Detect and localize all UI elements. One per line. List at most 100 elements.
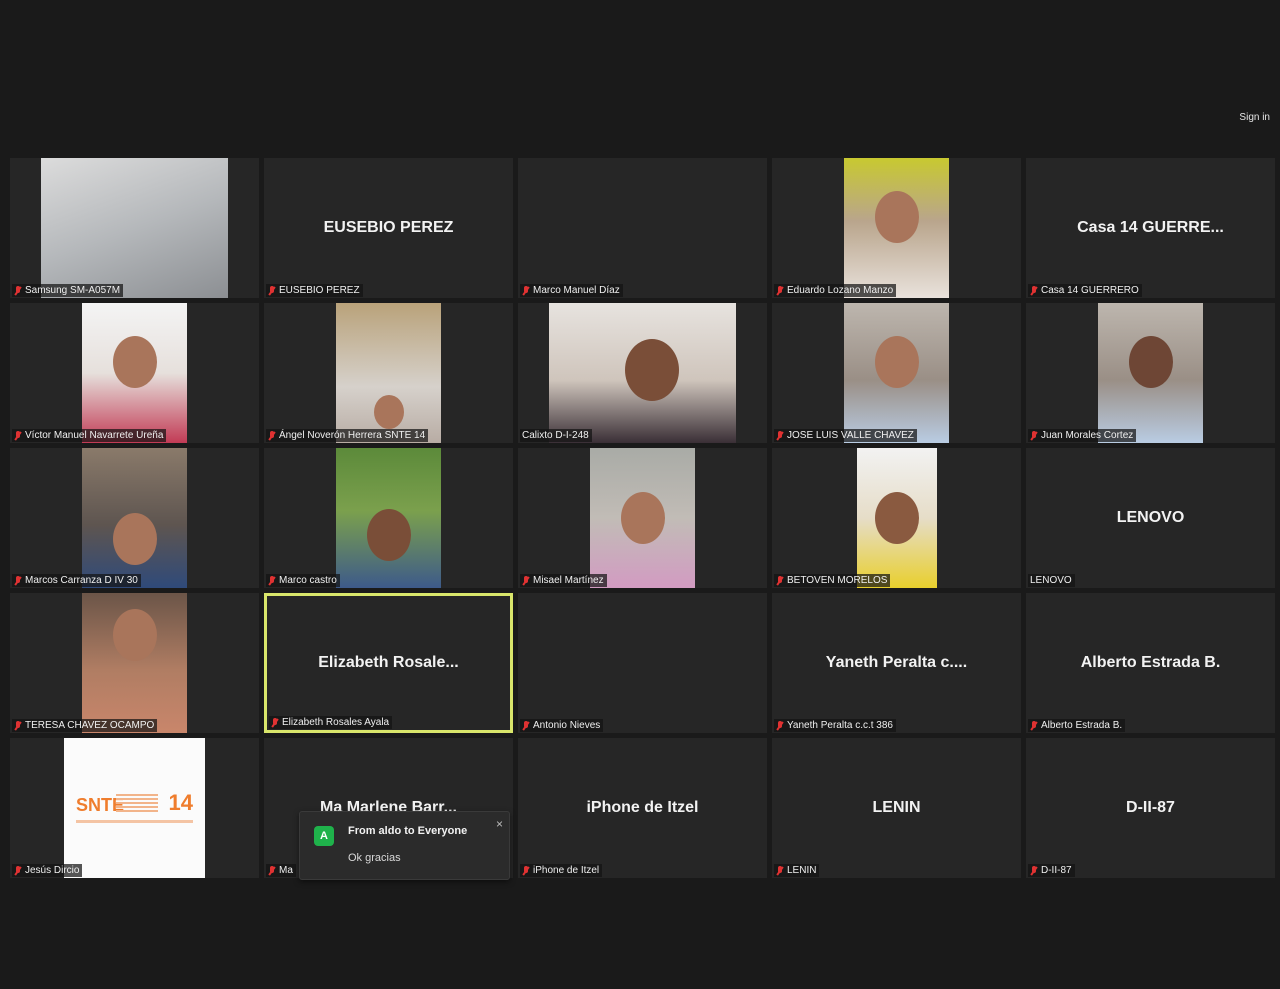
participant-name: Misael Martínez	[533, 575, 604, 586]
participant-label: Alberto Estrada B.	[1028, 719, 1126, 732]
participant-display-name: LENIN	[872, 799, 921, 816]
participant-tile[interactable]: EUSEBIO PEREZ EUSEBIO PEREZ	[264, 158, 513, 298]
participant-tile[interactable]: Eduardo Lozano Manzo	[772, 158, 1021, 298]
logo-subtitle	[116, 794, 158, 814]
participant-tile[interactable]: Calixto D-I-248	[518, 303, 767, 443]
muted-mic-icon	[271, 717, 279, 728]
video-feed	[82, 593, 187, 733]
muted-mic-icon	[522, 720, 530, 731]
participant-display-name: iPhone de Itzel	[586, 799, 699, 816]
participant-tile[interactable]: Víctor Manuel Navarrete Ureña	[10, 303, 259, 443]
close-icon[interactable]: ×	[496, 817, 503, 831]
muted-mic-icon	[14, 285, 22, 296]
participant-name: Marcos Carranza D IV 30	[25, 575, 138, 586]
participant-name: LENIN	[787, 865, 817, 876]
participant-name: BETOVEN MORELOS	[787, 575, 888, 586]
logo-footer	[76, 820, 193, 823]
muted-mic-icon	[14, 865, 22, 876]
participant-tile[interactable]: LENOVO LENOVO	[1026, 448, 1275, 588]
participant-name: D-II-87	[1041, 865, 1072, 876]
participant-name: Juan Morales Cortez	[1041, 430, 1134, 441]
video-feed	[82, 448, 187, 588]
participant-name: iPhone de Itzel	[533, 865, 600, 876]
logo-number: 14	[168, 790, 193, 815]
participant-tile[interactable]: Casa 14 GUERRE... Casa 14 GUERRERO	[1026, 158, 1275, 298]
participant-label: Samsung SM-A057M	[12, 284, 124, 297]
video-feed	[549, 303, 736, 443]
participant-label: LENIN	[774, 864, 820, 877]
participant-name: EUSEBIO PEREZ	[279, 285, 360, 296]
participant-display-name: Elizabeth Rosale...	[318, 654, 459, 671]
participant-name: Elizabeth Rosales Ayala	[282, 717, 390, 728]
muted-mic-icon	[268, 430, 276, 441]
sign-in-link[interactable]: Sign in	[1239, 112, 1270, 123]
participant-tile[interactable]: Marcos Carranza D IV 30	[10, 448, 259, 588]
participant-name: Eduardo Lozano Manzo	[787, 285, 894, 296]
participant-label: Jesús Dircio	[12, 864, 83, 877]
participant-label: EUSEBIO PEREZ	[266, 284, 363, 297]
participant-label: JOSE LUIS VALLE CHAVEZ	[774, 429, 917, 442]
snte-logo: SNTE 14	[64, 738, 205, 878]
participant-tile[interactable]: D-II-87 D-II-87	[1026, 738, 1275, 878]
participant-label: D-II-87	[1028, 864, 1075, 877]
participant-label: iPhone de Itzel	[520, 864, 603, 877]
muted-mic-icon	[14, 575, 22, 586]
participant-name: TERESA CHAVEZ OCAMPO	[25, 720, 155, 731]
participant-label: Marcos Carranza D IV 30	[12, 574, 141, 587]
participant-label: Calixto D-I-248	[520, 429, 592, 442]
participant-tile[interactable]: JOSE LUIS VALLE CHAVEZ	[772, 303, 1021, 443]
participant-name: Samsung SM-A057M	[25, 285, 121, 296]
video-feed	[844, 158, 949, 298]
participant-tile[interactable]: Yaneth Peralta c.... Yaneth Peralta c.c.…	[772, 593, 1021, 733]
muted-mic-icon	[1030, 720, 1038, 731]
participant-label: Marco Manuel Díaz	[520, 284, 623, 297]
chat-notification[interactable]: A From aldo to Everyone Ok gracias ×	[299, 811, 510, 880]
participant-name: Casa 14 GUERRERO	[1041, 285, 1139, 296]
participant-display-name: D-II-87	[1126, 799, 1175, 816]
participant-label: Yaneth Peralta c.c.t 386	[774, 719, 896, 732]
participant-label: Marco castro	[266, 574, 340, 587]
participant-tile[interactable]: TERESA CHAVEZ OCAMPO	[10, 593, 259, 733]
participant-display-name: Casa 14 GUERRE...	[1077, 219, 1224, 236]
muted-mic-icon	[776, 285, 784, 296]
video-feed	[844, 303, 949, 443]
participant-tile[interactable]: Samsung SM-A057M	[10, 158, 259, 298]
participant-name: Jesús Dircio	[25, 865, 80, 876]
participant-tile[interactable]: iPhone de Itzel iPhone de Itzel	[518, 738, 767, 878]
muted-mic-icon	[268, 865, 276, 876]
participant-tile[interactable]: SNTE 14 Jesús Dircio	[10, 738, 259, 878]
participant-label: Elizabeth Rosales Ayala	[269, 716, 393, 729]
participant-tile[interactable]: Marco castro	[264, 448, 513, 588]
participant-tile[interactable]: Marco Manuel Díaz	[518, 158, 767, 298]
participant-name: Ma	[279, 865, 293, 876]
participant-label: Misael Martínez	[520, 574, 607, 587]
participant-tile[interactable]: Ángel Noverón Herrera SNTE 14	[264, 303, 513, 443]
participant-label: BETOVEN MORELOS	[774, 574, 891, 587]
participant-label: Casa 14 GUERRERO	[1028, 284, 1142, 297]
muted-mic-icon	[1030, 285, 1038, 296]
participant-label: Eduardo Lozano Manzo	[774, 284, 897, 297]
participant-label: Ángel Noverón Herrera SNTE 14	[266, 429, 429, 442]
participant-name: Ángel Noverón Herrera SNTE 14	[279, 430, 426, 441]
muted-mic-icon	[268, 575, 276, 586]
participant-name: Yaneth Peralta c.c.t 386	[787, 720, 893, 731]
participant-display-name: Alberto Estrada B.	[1080, 654, 1221, 671]
muted-mic-icon	[522, 575, 530, 586]
participant-tile[interactable]: LENIN LENIN	[772, 738, 1021, 878]
participant-tile[interactable]: Juan Morales Cortez	[1026, 303, 1275, 443]
participant-tile[interactable]: Misael Martínez	[518, 448, 767, 588]
chat-sender: From aldo to Everyone	[348, 825, 468, 837]
participant-tile[interactable]: BETOVEN MORELOS	[772, 448, 1021, 588]
video-feed	[82, 303, 187, 443]
participant-label: TERESA CHAVEZ OCAMPO	[12, 719, 158, 732]
active-speaker-tile[interactable]: Elizabeth Rosale... Elizabeth Rosales Ay…	[264, 593, 513, 733]
participant-name: Marco castro	[279, 575, 337, 586]
participant-name: Marco Manuel Díaz	[533, 285, 620, 296]
muted-mic-icon	[14, 720, 22, 731]
video-feed	[857, 448, 937, 588]
participant-label: Ma	[266, 864, 296, 877]
participant-label: LENOVO	[1028, 574, 1075, 587]
muted-mic-icon	[1030, 865, 1038, 876]
participant-tile[interactable]: Antonio Nieves	[518, 593, 767, 733]
participant-tile[interactable]: Alberto Estrada B. Alberto Estrada B.	[1026, 593, 1275, 733]
